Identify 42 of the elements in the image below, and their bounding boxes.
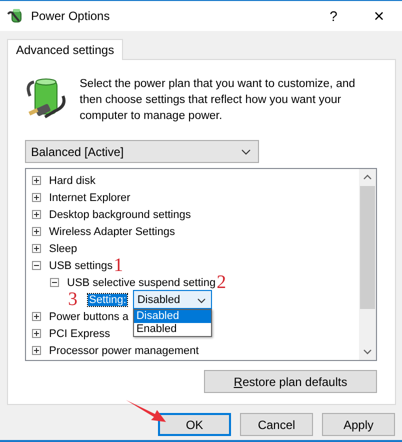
setting-label: Setting: — [88, 294, 128, 306]
tab[interactable]: Advanced settings — [7, 39, 124, 60]
tree-item[interactable]: Sleep — [48, 242, 78, 254]
chevron-down-icon — [241, 149, 251, 155]
chevron-down-icon — [197, 298, 206, 304]
expand-icon[interactable] — [32, 227, 41, 236]
tree-item[interactable]: Internet Explorer — [48, 192, 132, 204]
scroll-up-icon[interactable] — [363, 174, 372, 180]
expand-icon[interactable] — [32, 193, 41, 202]
annotation-number: 2 — [216, 274, 226, 292]
expand-icon[interactable] — [32, 329, 41, 338]
restore-defaults-button[interactable]: Restore plan defaults — [204, 370, 377, 393]
scrollbar[interactable] — [359, 169, 376, 360]
description-text: Select the power plan that you want to customize, and then choose settings that reflect how you want your computer to manage power. — [80, 77, 356, 124]
tree-item[interactable]: Wireless Adapter Settings — [48, 226, 176, 238]
expand-icon[interactable] — [32, 312, 41, 321]
dropdown-option[interactable]: Disabled — [134, 310, 212, 323]
window-title: Power Options — [31, 9, 111, 23]
expand-icon[interactable] — [32, 346, 41, 355]
collapse-icon[interactable] — [50, 278, 59, 287]
tree-item[interactable]: Processor power management — [48, 344, 200, 356]
tree-item[interactable]: Hard disk — [48, 174, 96, 186]
plan-dropdown[interactable]: Balanced [Active] — [25, 140, 259, 163]
tree-item[interactable]: Power buttons a — [48, 310, 130, 322]
expand-icon[interactable] — [32, 244, 41, 253]
dialog-button[interactable]: Cancel — [240, 413, 313, 436]
expand-icon[interactable] — [32, 176, 41, 185]
battery-icon — [25, 76, 67, 120]
tree-item[interactable]: Desktop background settings — [48, 208, 192, 220]
tree-item[interactable]: USB selective suspend setting — [66, 276, 217, 288]
dropdown-option[interactable]: Enabled — [134, 323, 212, 336]
scroll-down-icon[interactable] — [363, 349, 372, 355]
expand-icon[interactable] — [32, 210, 41, 219]
tree-item[interactable]: PCI Express — [48, 328, 112, 340]
default-dialog-button[interactable]: OK — [158, 413, 231, 436]
close-button[interactable]: × — [356, 2, 402, 30]
tree-item[interactable]: USB settings — [48, 260, 114, 272]
help-button[interactable]: ? — [311, 2, 356, 30]
dialog-button[interactable]: Apply — [322, 413, 395, 436]
annotation-number: 1 — [114, 256, 124, 274]
collapse-icon[interactable] — [32, 261, 41, 270]
annotation-number: 3 — [68, 290, 78, 308]
